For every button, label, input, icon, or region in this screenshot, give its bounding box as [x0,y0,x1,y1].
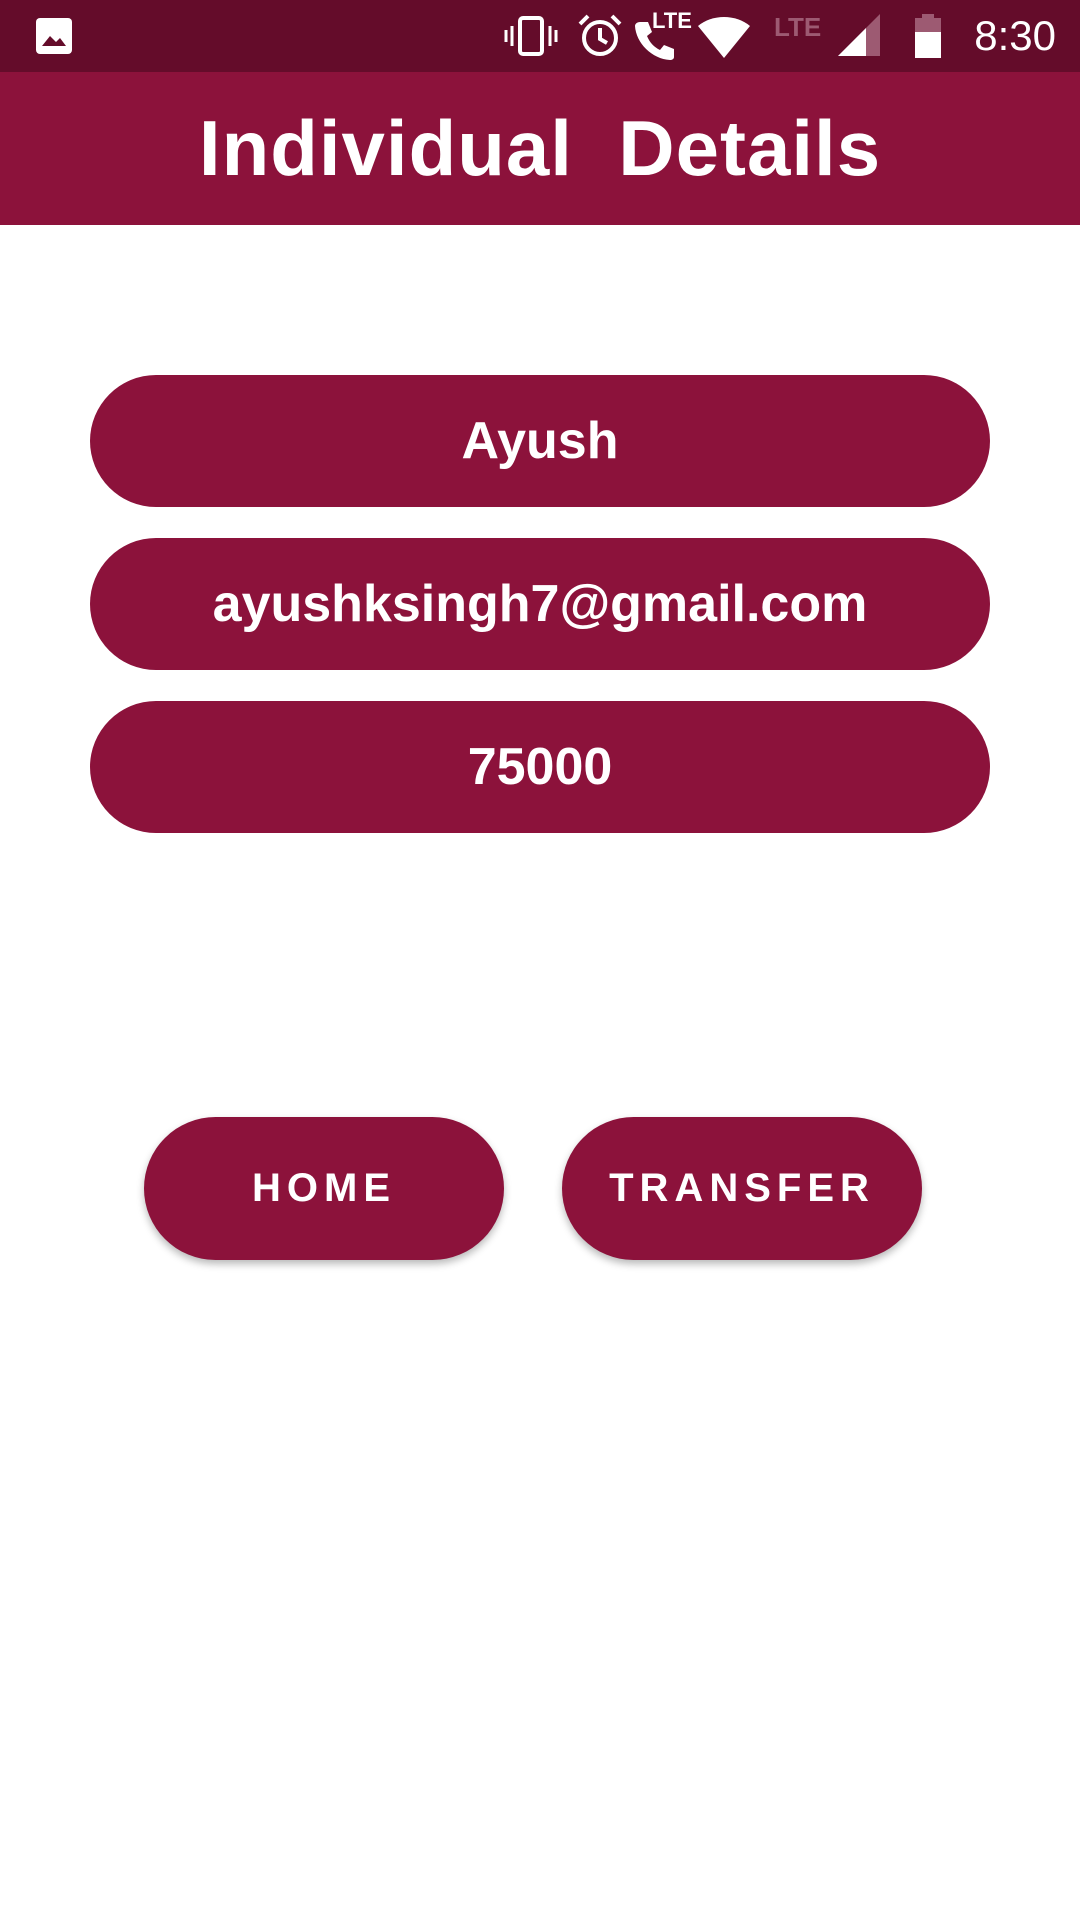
status-bar: LTE LTE 8:30 [0,0,1080,72]
cell-signal-icon [838,14,880,56]
page-title: Individual Details [198,104,882,192]
lte-secondary-label: LTE [774,12,822,42]
lte-call-icon: LTE [632,8,694,62]
email-field: ayushksingh7@gmail.com [90,538,990,670]
gallery-icon [36,18,72,54]
wifi-icon [698,17,750,58]
app-bar: Individual Details [0,72,1080,225]
name-field: Ayush [90,375,990,507]
status-time: 8:30 [974,12,1056,59]
amount-field: 75000 [90,701,990,833]
lte-label: LTE [652,8,692,33]
battery-icon [915,14,941,58]
transfer-button[interactable]: TRANSFER [562,1117,922,1260]
alarm-icon [578,14,622,56]
home-button[interactable]: HOME [144,1117,504,1260]
vibrate-icon [504,16,558,56]
